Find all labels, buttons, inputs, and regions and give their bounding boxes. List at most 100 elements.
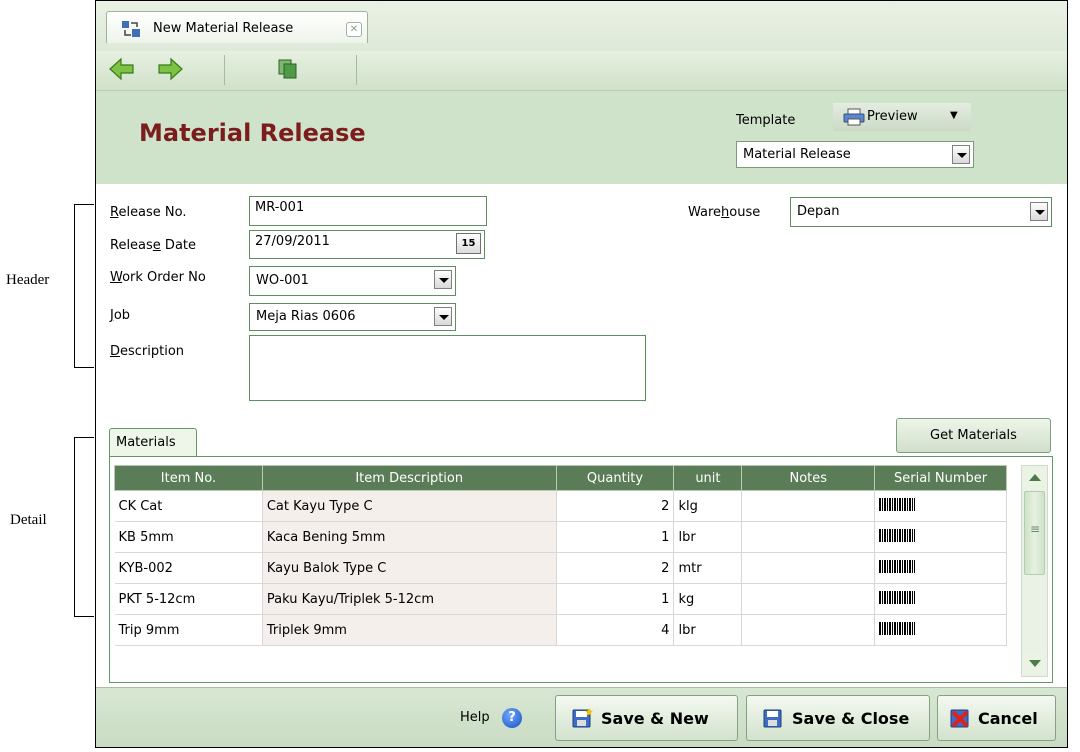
toolbar-separator — [224, 55, 225, 85]
serial-number-cell[interactable] — [874, 552, 1007, 584]
unit-cell[interactable]: mtr — [673, 552, 743, 584]
column-header[interactable]: Notes — [741, 465, 876, 491]
materials-grid-panel: Item No. Item Description Quantity unit … — [109, 456, 1053, 683]
quantity-cell[interactable]: 2 — [556, 552, 675, 584]
serial-number-cell[interactable] — [874, 583, 1007, 615]
description-label: Description — [110, 344, 185, 359]
help-label[interactable]: Help — [460, 710, 490, 725]
vertical-scrollbar[interactable] — [1021, 465, 1048, 677]
copy-icon[interactable] — [276, 57, 306, 83]
item-description-cell[interactable]: Kaca Bening 5mm — [262, 521, 557, 553]
column-header[interactable]: Item Description — [261, 465, 557, 491]
release-date-value: 27/09/2011 — [255, 234, 330, 249]
table-row[interactable]: KYB-002 Kayu Balok Type C 2 mtr — [114, 552, 1007, 584]
unit-cell[interactable]: lbr — [673, 614, 743, 646]
arrow-left-icon[interactable] — [108, 57, 138, 83]
barcode-icon — [879, 497, 916, 511]
footer-bar: Help ? Save & New Save & Close Cancel — [96, 687, 1067, 747]
serial-number-cell[interactable] — [874, 490, 1007, 522]
description-textarea[interactable] — [249, 335, 646, 401]
release-date-input[interactable]: 27/09/2011 15 — [249, 230, 485, 259]
detail-annotation: Detail — [10, 512, 47, 528]
unit-cell[interactable]: lbr — [673, 521, 743, 553]
job-select[interactable]: Meja Rias 0606 — [249, 303, 456, 331]
release-no-input[interactable]: MR-001 — [249, 196, 487, 226]
save-icon — [763, 708, 785, 728]
item-no-cell[interactable]: KYB-002 — [114, 552, 263, 584]
column-header[interactable]: unit — [673, 465, 743, 491]
template-select[interactable]: Material Release — [736, 141, 974, 168]
table-row[interactable]: PKT 5-12cm Paku Kayu/Triplek 5-12cm 1 kg — [114, 583, 1007, 615]
table-row[interactable]: CK Cat Cat Kayu Type C 2 klg — [114, 490, 1007, 522]
arrow-right-icon[interactable] — [156, 57, 186, 83]
unit-cell[interactable]: kg — [673, 583, 743, 615]
serial-number-cell[interactable] — [874, 521, 1007, 553]
notes-cell[interactable] — [741, 521, 876, 553]
document-tab-bar: New Material Release ✕ — [96, 1, 1067, 51]
item-no-cell[interactable]: CK Cat — [114, 490, 263, 522]
notes-cell[interactable] — [741, 583, 876, 615]
page-title: Material Release — [139, 119, 366, 147]
cancel-icon — [950, 708, 972, 728]
work-order-select[interactable]: WO-001 — [249, 266, 456, 296]
item-no-cell[interactable]: Trip 9mm — [114, 614, 263, 646]
column-header[interactable]: Item No. — [114, 465, 263, 491]
template-value: Material Release — [743, 147, 851, 162]
release-date-label: Release Date — [110, 238, 197, 253]
toolbar — [96, 51, 1067, 91]
template-label: Template — [736, 113, 796, 128]
item-description-cell[interactable]: Kayu Balok Type C — [262, 552, 557, 584]
tab-new-material-release[interactable]: New Material Release ✕ — [106, 11, 368, 43]
column-header[interactable]: Serial Number — [874, 465, 1007, 491]
quantity-cell[interactable]: 2 — [556, 490, 675, 522]
preview-button[interactable]: Preview ▼ — [833, 103, 971, 131]
warehouse-select[interactable]: Depan — [790, 197, 1052, 227]
warehouse-value: Depan — [797, 204, 840, 219]
work-order-label: Work Order No — [110, 270, 206, 285]
header-bracket — [74, 204, 94, 368]
calendar-icon[interactable]: 15 — [456, 233, 481, 254]
item-no-cell[interactable]: KB 5mm — [114, 521, 263, 553]
chevron-down-icon[interactable] — [1030, 202, 1048, 221]
scrollbar-thumb[interactable] — [1024, 491, 1045, 575]
quantity-cell[interactable]: 1 — [556, 583, 675, 615]
materials-table: Item No. Item Description Quantity unit … — [114, 465, 1007, 646]
tab-materials[interactable]: Materials — [109, 428, 197, 456]
scroll-down-icon[interactable] — [1023, 653, 1046, 674]
item-description-cell[interactable]: Paku Kayu/Triplek 5-12cm — [262, 583, 557, 615]
save-new-icon — [572, 708, 594, 728]
quantity-cell[interactable]: 1 — [556, 521, 675, 553]
get-materials-button[interactable]: Get Materials — [896, 418, 1051, 453]
help-icon[interactable]: ? — [502, 708, 522, 728]
cancel-label: Cancel — [978, 709, 1038, 728]
barcode-icon — [879, 559, 916, 573]
notes-cell[interactable] — [741, 614, 876, 646]
table-header-row: Item No. Item Description Quantity unit … — [114, 465, 1007, 491]
chevron-down-icon[interactable] — [434, 270, 452, 289]
chevron-down-icon[interactable]: ▼ — [950, 110, 958, 121]
item-description-cell[interactable]: Cat Kayu Type C — [262, 490, 557, 522]
serial-number-cell[interactable] — [874, 614, 1007, 646]
item-no-cell[interactable]: PKT 5-12cm — [114, 583, 263, 615]
chevron-down-icon[interactable] — [952, 145, 970, 164]
item-description-cell[interactable]: Triplek 9mm — [262, 614, 557, 646]
save-new-label: Save & New — [601, 709, 709, 728]
table-row[interactable]: Trip 9mm Triplek 9mm 4 lbr — [114, 614, 1007, 646]
notes-cell[interactable] — [741, 490, 876, 522]
quantity-cell[interactable]: 4 — [556, 614, 675, 646]
chevron-down-icon[interactable] — [434, 307, 452, 326]
release-no-label: Release No. — [110, 205, 187, 220]
header-annotation: Header — [6, 272, 50, 288]
cancel-button[interactable]: Cancel — [937, 695, 1056, 741]
toolbar-separator — [356, 55, 357, 85]
scroll-up-icon[interactable] — [1023, 468, 1046, 489]
column-header[interactable]: Quantity — [555, 465, 675, 491]
close-icon[interactable]: ✕ — [346, 22, 362, 37]
table-row[interactable]: KB 5mm Kaca Bening 5mm 1 lbr — [114, 521, 1007, 553]
material-release-window: New Material Release ✕ Material Release … — [95, 0, 1068, 748]
save-new-button[interactable]: Save & New — [555, 695, 738, 741]
job-value: Meja Rias 0606 — [256, 309, 356, 324]
unit-cell[interactable]: klg — [673, 490, 743, 522]
notes-cell[interactable] — [741, 552, 876, 584]
save-close-button[interactable]: Save & Close — [746, 695, 930, 741]
